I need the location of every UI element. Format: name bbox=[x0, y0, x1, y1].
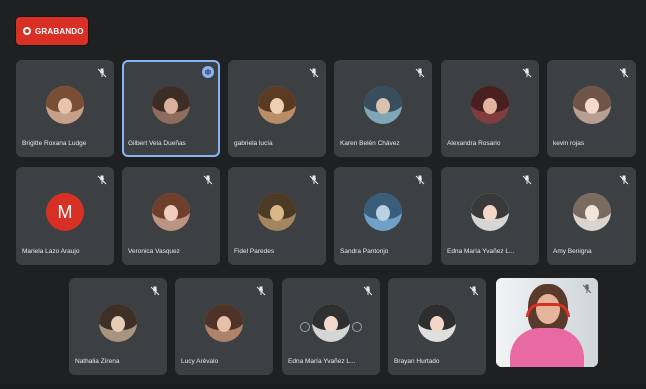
participant-tile[interactable]: Amy Benigna bbox=[547, 167, 636, 265]
avatar bbox=[258, 85, 296, 124]
avatar: M bbox=[46, 193, 84, 232]
self-video-tile[interactable] bbox=[496, 278, 598, 367]
mic-muted-icon bbox=[415, 175, 425, 185]
avatar bbox=[572, 193, 611, 232]
mic-muted-icon bbox=[522, 68, 532, 78]
avatar bbox=[364, 193, 402, 232]
participant-tile[interactable]: Edna María Yvañez L... bbox=[282, 278, 380, 375]
participant-name: Nathalia Zírena bbox=[75, 358, 120, 365]
audio-indicator-icon bbox=[352, 321, 362, 332]
participant-grid: Brigitte Roxana Ludge Gilbert Vela Dueña… bbox=[0, 0, 646, 389]
speaking-indicator-icon bbox=[202, 66, 214, 78]
avatar bbox=[258, 193, 296, 232]
mic-muted-icon bbox=[309, 68, 319, 78]
participant-tile[interactable]: Alexandra Rosario bbox=[441, 60, 539, 157]
avatar bbox=[46, 85, 84, 124]
participant-tile[interactable]: kevin rojas bbox=[547, 60, 636, 157]
participant-name: Fidel Paredes bbox=[234, 248, 275, 255]
participant-name: Amy Benigna bbox=[553, 248, 592, 255]
mic-muted-icon bbox=[619, 175, 629, 185]
mic-muted-icon bbox=[203, 175, 213, 185]
mic-muted-icon bbox=[150, 286, 160, 296]
participant-name: Sandra Pantonjo bbox=[340, 248, 389, 255]
participant-tile[interactable]: Gilbert Vela Dueñas bbox=[122, 60, 220, 157]
participant-name: kevin rojas bbox=[553, 140, 585, 147]
mic-muted-icon bbox=[619, 68, 629, 78]
mic-muted-icon bbox=[415, 68, 425, 78]
mic-muted-icon bbox=[522, 175, 532, 185]
mic-muted-icon bbox=[309, 175, 319, 185]
participant-name: Edna María Yvañez L... bbox=[288, 358, 356, 365]
participant-name: Karen Belén Chávez bbox=[340, 140, 400, 147]
mic-muted-icon bbox=[363, 286, 373, 296]
avatar bbox=[152, 193, 190, 232]
participant-tile[interactable]: gabriela lucía bbox=[228, 60, 326, 157]
participant-tile[interactable]: Sandra Pantonjo bbox=[334, 167, 432, 265]
participant-name: Edna María Yvañez L... bbox=[447, 248, 515, 255]
participant-name: Mariela Lazo Araujo bbox=[22, 248, 80, 255]
avatar bbox=[572, 85, 611, 124]
avatar bbox=[364, 85, 402, 124]
participant-name: Alexandra Rosario bbox=[447, 140, 501, 147]
mic-muted-icon bbox=[256, 286, 266, 296]
avatar bbox=[152, 85, 190, 124]
avatar bbox=[471, 85, 509, 124]
participant-name: Brigitte Roxana Ludge bbox=[22, 140, 87, 147]
avatar bbox=[471, 193, 509, 232]
participant-name: gabriela lucía bbox=[234, 140, 273, 147]
bottom-bar bbox=[0, 384, 646, 389]
participant-tile[interactable]: Fidel Paredes bbox=[228, 167, 326, 265]
participant-body bbox=[510, 328, 584, 367]
participant-tile[interactable]: Brigitte Roxana Ludge bbox=[16, 60, 114, 157]
participant-name: Brayan Hurtado bbox=[394, 358, 440, 365]
participant-tile[interactable]: M Mariela Lazo Araujo bbox=[16, 167, 114, 265]
mic-muted-icon bbox=[469, 286, 479, 296]
participant-tile[interactable]: Nathalia Zírena bbox=[69, 278, 167, 375]
mic-muted-icon bbox=[97, 68, 107, 78]
avatar bbox=[205, 303, 243, 342]
participant-tile[interactable]: Lucy Arévalo bbox=[175, 278, 273, 375]
participant-name: Gilbert Vela Dueñas bbox=[128, 140, 186, 147]
participant-tile[interactable]: Karen Belén Chávez bbox=[334, 60, 432, 157]
mic-muted-icon bbox=[97, 175, 107, 185]
avatar bbox=[418, 303, 456, 342]
participant-tile[interactable]: Edna María Yvañez L... bbox=[441, 167, 539, 265]
audio-indicator-icon bbox=[300, 321, 310, 332]
headphones-icon bbox=[526, 303, 570, 317]
participant-tile[interactable]: Veronica Vasquez bbox=[122, 167, 220, 265]
avatar bbox=[99, 303, 137, 342]
participant-name: Veronica Vasquez bbox=[128, 248, 180, 255]
avatar bbox=[312, 303, 350, 342]
mic-muted-icon bbox=[582, 284, 592, 294]
participant-name: Lucy Arévalo bbox=[181, 358, 219, 365]
participant-tile[interactable]: Brayan Hurtado bbox=[388, 278, 486, 375]
